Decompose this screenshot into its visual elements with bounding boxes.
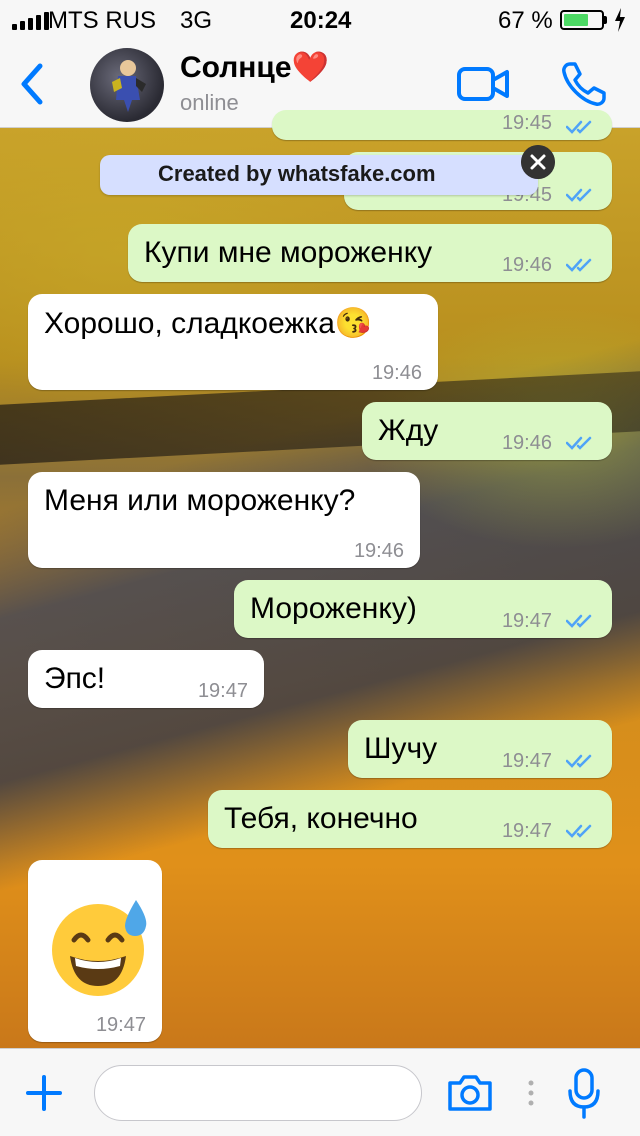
- battery-tip: [604, 16, 607, 24]
- message-bubble-outgoing[interactable]: Купи мне мороженку 19:46: [128, 224, 612, 282]
- plus-icon[interactable]: [24, 1073, 64, 1113]
- status-time: 20:24: [290, 7, 352, 34]
- message-text: Хорошо, сладкоежка😘: [44, 307, 373, 340]
- message-bubble-incoming-emoji[interactable]: 19:47: [28, 860, 162, 1042]
- contact-avatar[interactable]: [90, 48, 164, 122]
- message-bubble-outgoing[interactable]: Жду 19:46: [362, 402, 612, 460]
- read-ticks-icon: [566, 120, 592, 134]
- contact-name[interactable]: Солнце❤️: [180, 50, 329, 85]
- status-bar: MTS RUS 3G 20:24 67 %: [0, 0, 640, 40]
- more-dots-icon: [528, 1080, 534, 1106]
- watermark-banner: Created by whatsfake.com: [100, 155, 538, 195]
- message-time: 19:46: [353, 540, 404, 562]
- message-input-bar: [0, 1048, 640, 1136]
- message-time: 19:46: [501, 254, 552, 276]
- message-time: 19:47: [501, 750, 552, 772]
- message-bubble-incoming[interactable]: Эпс! 19:47: [28, 650, 264, 708]
- read-ticks-icon: [566, 188, 592, 202]
- video-call-icon[interactable]: [456, 64, 510, 104]
- message-bubble-outgoing[interactable]: Тебя, конечно 19:47: [208, 790, 612, 848]
- message-time: 19:46: [371, 362, 422, 384]
- message-time: 19:47: [95, 1014, 146, 1036]
- message-text: Меня или мороженку?: [44, 484, 356, 517]
- signal-strength-icon: [12, 12, 49, 30]
- close-icon[interactable]: [521, 145, 555, 179]
- message-bubble-outgoing[interactable]: Шучу 19:47: [348, 720, 612, 778]
- read-ticks-icon: [566, 258, 592, 272]
- network-type: 3G: [180, 7, 213, 34]
- microphone-icon[interactable]: [566, 1067, 602, 1121]
- message-time: 19:45: [501, 112, 552, 134]
- message-time: 19:47: [197, 680, 248, 702]
- carrier-name: MTS RUS: [48, 7, 156, 34]
- watermark-text: Created by whatsfake.com: [158, 161, 436, 186]
- message-text: Купи мне мороженку: [144, 236, 433, 269]
- message-bubble-outgoing[interactable]: 19:45: [272, 110, 612, 140]
- contact-status: online: [180, 90, 239, 115]
- message-input[interactable]: [94, 1065, 422, 1121]
- read-ticks-icon: [566, 436, 592, 450]
- message-text: Шучу: [364, 732, 438, 765]
- message-time: 19:47: [501, 820, 552, 842]
- message-bubble-outgoing[interactable]: Мороженку) 19:47: [234, 580, 612, 638]
- message-bubble-incoming[interactable]: Хорошо, сладкоежка😘 19:46: [28, 294, 438, 390]
- back-chevron-icon[interactable]: [12, 60, 52, 108]
- message-text: Тебя, конечно: [224, 802, 418, 835]
- read-ticks-icon: [566, 824, 592, 838]
- sweat-smile-emoji-icon: [52, 900, 147, 996]
- message-time: 19:47: [501, 610, 552, 632]
- read-ticks-icon: [566, 614, 592, 628]
- message-time: 19:46: [501, 432, 552, 454]
- battery-icon: [560, 10, 604, 30]
- message-bubble-incoming[interactable]: Меня или мороженку? 19:46: [28, 472, 420, 568]
- phone-call-icon[interactable]: [560, 60, 608, 108]
- camera-icon[interactable]: [446, 1073, 494, 1113]
- read-ticks-icon: [566, 754, 592, 768]
- message-text: Мороженку): [250, 592, 417, 625]
- message-text: Жду: [378, 414, 439, 447]
- battery-percentage: 67 %: [498, 7, 553, 34]
- charging-icon: [615, 8, 625, 32]
- message-text: Эпс!: [44, 662, 106, 695]
- avatar-figure-icon: [112, 60, 146, 112]
